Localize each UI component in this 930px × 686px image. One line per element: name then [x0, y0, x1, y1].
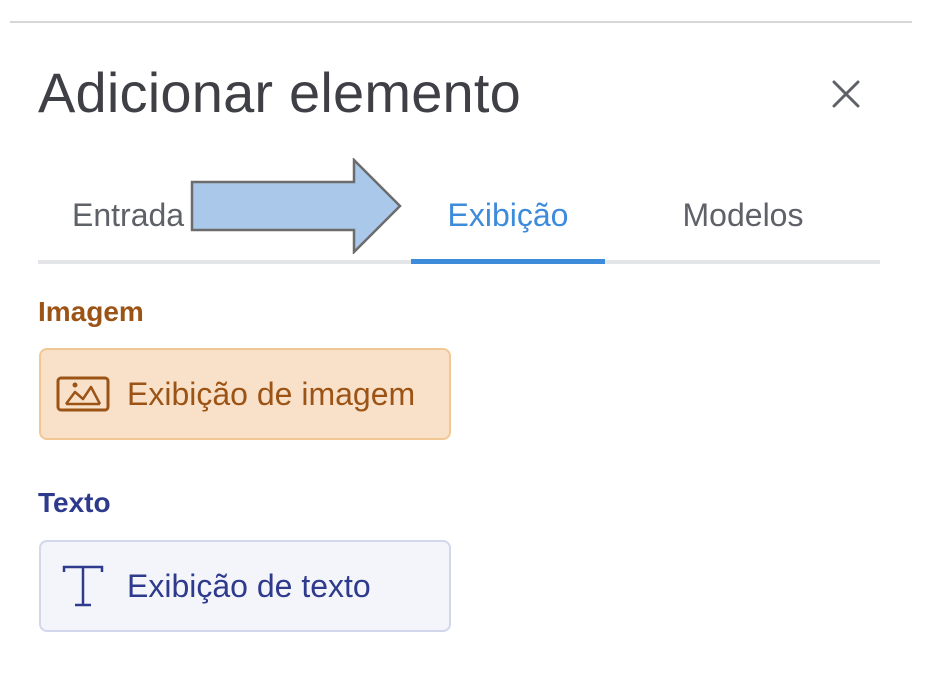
image-display-item[interactable]: Exibição de imagem — [39, 348, 451, 440]
section-heading-imagem: Imagem — [38, 296, 144, 327]
image-icon — [55, 366, 111, 422]
right-arrow-icon — [190, 158, 402, 254]
add-element-panel: Adicionar elemento Entrada Exibição Mode… — [0, 0, 930, 686]
section-heading-texto: Texto — [38, 487, 111, 518]
close-button[interactable] — [822, 70, 870, 118]
dialog-title: Adicionar elemento — [38, 61, 521, 124]
tab-bar: Entrada Exibição Modelos — [38, 170, 880, 264]
top-divider — [10, 21, 912, 23]
image-display-label: Exibição de imagem — [127, 375, 416, 412]
close-icon — [832, 80, 860, 108]
text-display-item[interactable]: Exibição de texto — [39, 540, 451, 632]
text-display-label: Exibição de texto — [127, 567, 371, 604]
tab-modelos[interactable]: Modelos — [648, 170, 838, 260]
active-tab-indicator — [411, 259, 605, 264]
tab-exibicao[interactable]: Exibição — [411, 170, 605, 260]
text-icon — [55, 558, 111, 614]
